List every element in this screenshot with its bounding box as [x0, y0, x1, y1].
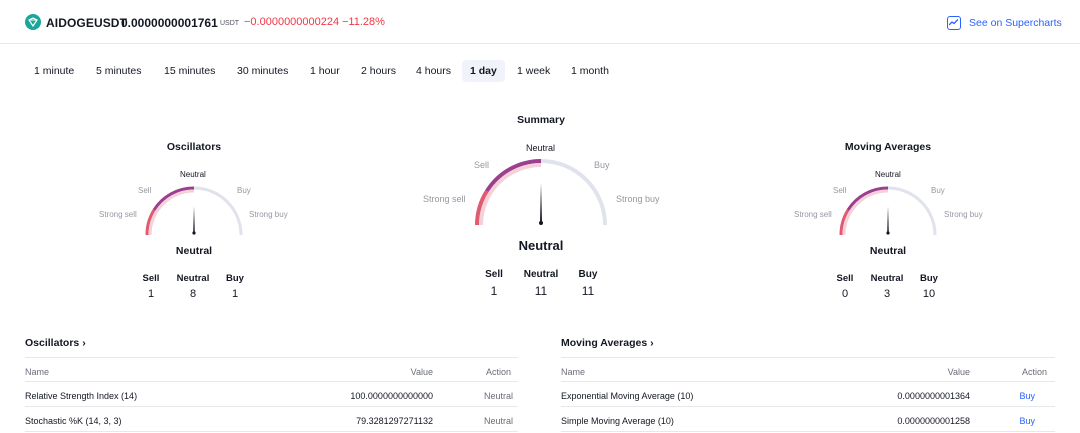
table-row: Exponential Moving Average (10) 0.000000… [561, 382, 1055, 407]
tab-1-minute[interactable]: 1 minute [26, 60, 82, 82]
oscillators-sell-count: 1 [147, 288, 155, 300]
tab-30-minutes[interactable]: 30 minutes [229, 60, 296, 82]
oscillators-table: Oscillators › Name Value Action Relative… [25, 334, 518, 432]
summary-buy-header: Buy [578, 269, 598, 280]
oscillators-label-sell: Sell [138, 186, 152, 195]
price-currency: USDT [220, 20, 240, 27]
oscillators-label-neutral: Neutral [180, 170, 206, 179]
oscillators-neutral-count: 8 [189, 288, 197, 300]
oscillators-label-strong-buy: Strong buy [249, 210, 288, 219]
table-header-row: Name Value Action [25, 357, 518, 382]
symbol-header: AIDOGEUSDT 0.0000000001761 USDT −0.00000… [0, 0, 1080, 44]
moving-averages-buy-header: Buy [920, 273, 938, 284]
indicator-value: 0.0000000001364 [897, 391, 970, 401]
moving-averages-buy-count: 10 [922, 288, 936, 300]
summary-label-neutral: Neutral [526, 143, 556, 153]
summary-sell-header: Sell [485, 269, 503, 280]
column-header-name: Name [561, 367, 586, 377]
summary-counts: Sell 1 Neutral 11 Buy 11 [475, 269, 607, 298]
moving-averages-needle [887, 206, 889, 233]
summary-sell-count: 1 [490, 284, 498, 298]
tab-1-day[interactable]: 1 day [462, 60, 505, 82]
moving-averages-label-buy: Buy [931, 186, 945, 195]
indicator-name: Simple Moving Average (10) [561, 416, 674, 426]
indicator-value: 0.0000000001258 [897, 416, 970, 426]
indicator-name: Relative Strength Index (14) [25, 391, 138, 401]
oscillators-needle [193, 206, 195, 233]
column-header-action: Action [1021, 367, 1047, 377]
oscillators-table-title[interactable]: Oscillators › [25, 334, 518, 352]
column-header-value: Value [410, 367, 433, 377]
price-change-percent: −11.28% [342, 16, 385, 28]
summary-label-sell: Sell [474, 160, 490, 170]
last-price: 0.0000000001761 [121, 16, 218, 30]
oscillators-buy-count: 1 [231, 288, 239, 300]
oscillators-gauge-title: Oscillators [166, 141, 222, 153]
tab-15-minutes[interactable]: 15 minutes [156, 60, 223, 82]
summary-neutral-count: 11 [534, 284, 548, 298]
supercharts-label: See on Supercharts [969, 17, 1062, 29]
moving-averages-sell-header: Sell [836, 273, 854, 284]
column-header-action: Action [485, 367, 511, 377]
oscillators-label-buy: Buy [237, 186, 251, 195]
column-header-value: Value [947, 367, 970, 377]
indicator-name: Stochastic %K (14, 3, 3) [25, 416, 122, 426]
tab-1-hour[interactable]: 1 hour [302, 60, 348, 82]
moving-averages-label-strong-buy: Strong buy [944, 210, 983, 219]
oscillators-verdict: Neutral [175, 245, 213, 257]
moving-averages-sell-count: 0 [841, 288, 849, 300]
summary-gauge-dial [475, 159, 607, 226]
tab-5-minutes[interactable]: 5 minutes [88, 60, 150, 82]
summary-gauge-title: Summary [517, 114, 565, 126]
oscillators-label-strong-sell: Strong sell [99, 210, 137, 219]
indicator-value: 79.3281297271132 [356, 416, 433, 426]
table-header-row: Name Value Action [561, 357, 1055, 382]
table-row: Stochastic %K (14, 3, 3) 79.328129727113… [25, 407, 518, 432]
moving-averages-gauge-title: Moving Averages [844, 141, 932, 153]
oscillators-neutral-header: Neutral [176, 273, 210, 284]
moving-averages-gauge-dial [839, 186, 937, 236]
indicator-action: Neutral [483, 416, 513, 426]
moving-averages-table: Moving Averages › Name Value Action Expo… [561, 334, 1055, 432]
summary-label-strong-buy: Strong buy [616, 194, 660, 204]
indicator-action: Buy [1019, 391, 1035, 401]
indicator-value: 100.0000000000000 [350, 391, 433, 401]
oscillators-gauge-dial [145, 186, 243, 236]
symbol-logo-icon [25, 14, 41, 30]
oscillators-buy-header: Buy [226, 273, 244, 284]
moving-averages-label-strong-sell: Strong sell [794, 210, 832, 219]
price-change: −0.0000000000224 [244, 16, 340, 28]
summary-neutral-header: Neutral [523, 269, 559, 280]
chart-icon [947, 16, 961, 30]
indicator-action: Buy [1019, 416, 1035, 426]
symbol-name: AIDOGEUSDT [46, 16, 128, 30]
indicator-action: Neutral [483, 391, 513, 401]
table-row: Simple Moving Average (10) 0.00000000012… [561, 407, 1055, 432]
moving-averages-neutral-count: 3 [883, 288, 891, 300]
tab-1-month[interactable]: 1 month [563, 60, 617, 82]
oscillators-counts: Sell 1 Neutral 8 Buy 1 [134, 273, 252, 300]
moving-averages-neutral-header: Neutral [870, 273, 904, 284]
see-on-supercharts-link[interactable]: See on Supercharts [947, 14, 1062, 32]
summary-label-buy: Buy [594, 160, 610, 170]
moving-averages-table-title[interactable]: Moving Averages › [561, 334, 1055, 352]
column-header-name: Name [25, 367, 50, 377]
summary-verdict: Neutral [518, 238, 564, 253]
moving-averages-verdict: Neutral [869, 245, 907, 257]
tab-4-hours[interactable]: 4 hours [408, 60, 459, 82]
moving-averages-label-neutral: Neutral [875, 170, 901, 179]
moving-averages-label-sell: Sell [833, 186, 847, 195]
tab-2-hours[interactable]: 2 hours [353, 60, 404, 82]
summary-label-strong-sell: Strong sell [423, 194, 466, 204]
indicator-name: Exponential Moving Average (10) [561, 391, 694, 401]
moving-averages-counts: Sell 0 Neutral 3 Buy 10 [828, 273, 946, 300]
summary-buy-count: 11 [581, 284, 595, 298]
oscillators-sell-header: Sell [142, 273, 160, 284]
summary-needle [540, 183, 542, 223]
table-row: Relative Strength Index (14) 100.0000000… [25, 382, 518, 407]
tab-1-week[interactable]: 1 week [509, 60, 558, 82]
